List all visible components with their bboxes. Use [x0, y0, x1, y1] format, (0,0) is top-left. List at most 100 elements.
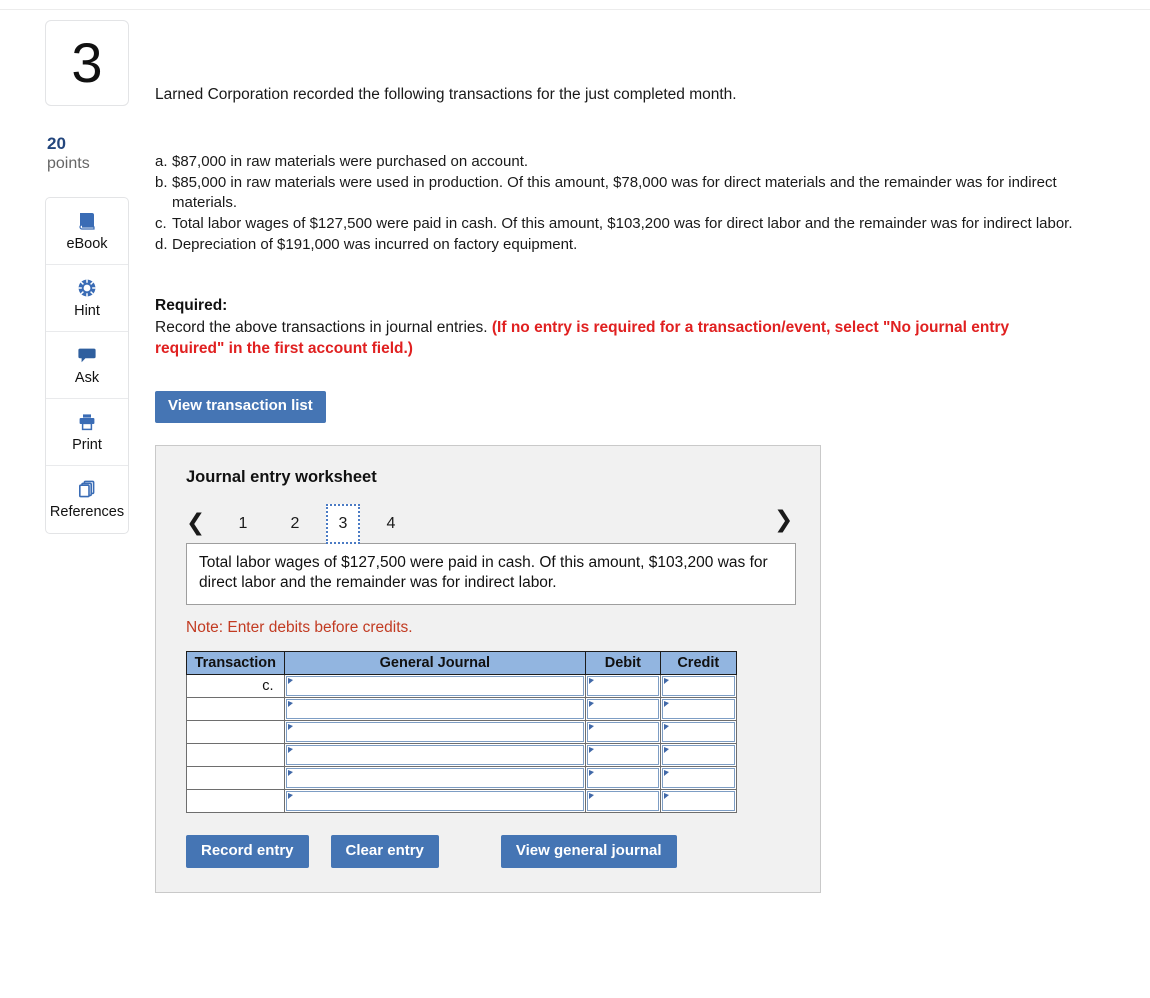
transaction-description-box: Total labor wages of $127,500 were paid …: [186, 542, 796, 605]
sidebar-item-ebook[interactable]: eBook: [46, 198, 128, 265]
view-general-journal-button[interactable]: View general journal: [500, 834, 677, 869]
clear-entry-button[interactable]: Clear entry: [330, 834, 439, 869]
cell-general-journal[interactable]: [283, 742, 587, 767]
list-item: b. $85,000 in raw materials were used in…: [155, 173, 1115, 213]
sidebar-item-print[interactable]: Print: [46, 399, 128, 466]
cell-credit[interactable]: [659, 788, 738, 813]
list-item: c. Total labor wages of $127,500 were pa…: [155, 214, 1115, 234]
points-block: 20 points: [45, 134, 131, 173]
cell-transaction: [186, 742, 285, 767]
chevron-left-icon[interactable]: ❮: [186, 512, 205, 535]
required-text: Record the above transactions in journal…: [155, 318, 492, 336]
cell-debit[interactable]: [585, 673, 661, 698]
sidebar-item-references[interactable]: References: [46, 466, 128, 533]
view-transaction-list-button[interactable]: View transaction list: [155, 391, 326, 423]
cell-general-journal[interactable]: [283, 673, 587, 698]
references-icon: [77, 478, 97, 500]
credit-input[interactable]: [661, 744, 735, 765]
question-page: 3 20 points eBook Hint Ask Print Referen…: [0, 0, 1150, 998]
cell-transaction: [186, 788, 285, 813]
tab-4[interactable]: 4: [374, 504, 408, 544]
table-row: [186, 742, 738, 767]
left-rail: 3 20 points eBook Hint Ask Print Referen…: [45, 20, 131, 534]
sidebar-item-label: eBook: [66, 235, 108, 252]
required-body: Record the above transactions in journal…: [155, 317, 1070, 360]
cell-credit[interactable]: [659, 719, 738, 744]
general-journal-input[interactable]: [285, 744, 585, 765]
points-label: points: [47, 154, 90, 172]
cell-credit[interactable]: [659, 696, 738, 721]
tab-1[interactable]: 1: [226, 504, 260, 544]
list-item-key: b.: [155, 173, 168, 191]
list-item-key: d.: [155, 235, 168, 253]
credit-input[interactable]: [661, 790, 735, 811]
required-section: Required: Record the above transactions …: [155, 297, 1115, 360]
credit-input[interactable]: [661, 721, 735, 742]
general-journal-input[interactable]: [285, 675, 585, 696]
list-item-text: Depreciation of $191,000 was incurred on…: [172, 235, 578, 253]
worksheet-tab-row: ❮ 1 2 3 4 ❯: [186, 503, 796, 545]
chevron-right-icon[interactable]: ❯: [774, 508, 793, 532]
list-item-key: c.: [155, 214, 167, 232]
cell-general-journal[interactable]: [283, 788, 587, 813]
cell-debit[interactable]: [585, 696, 661, 721]
cell-debit[interactable]: [585, 765, 661, 790]
debit-input[interactable]: [587, 744, 659, 765]
tab-3[interactable]: 3: [326, 503, 360, 544]
column-header-transaction: Transaction: [186, 650, 285, 675]
credit-input[interactable]: [661, 767, 735, 788]
cell-transaction: [186, 696, 285, 721]
journal-entry-worksheet-panel: Journal entry worksheet ❮ 1 2 3 4 ❯ Tota…: [155, 444, 821, 894]
table-header-row: Transaction General Journal Debit Credit: [186, 650, 738, 675]
points-value: 20: [47, 134, 66, 153]
table-row: [186, 765, 738, 790]
tab-2[interactable]: 2: [278, 504, 312, 544]
cell-credit[interactable]: [659, 673, 738, 698]
transaction-list: a. $87,000 in raw materials were purchas…: [155, 152, 1115, 255]
cell-debit[interactable]: [585, 788, 661, 813]
debit-input[interactable]: [587, 675, 659, 696]
cell-debit[interactable]: [585, 742, 661, 767]
sidebar-item-label: Hint: [74, 302, 100, 319]
general-journal-input[interactable]: [285, 721, 585, 742]
cell-credit[interactable]: [659, 765, 738, 790]
general-journal-input[interactable]: [285, 698, 585, 719]
cell-transaction: [186, 765, 285, 790]
general-journal-input[interactable]: [285, 767, 585, 788]
table-row: [186, 788, 738, 813]
list-item-text: $87,000 in raw materials were purchased …: [172, 152, 529, 170]
credit-input[interactable]: [661, 675, 735, 696]
view-transaction-list-wrap: View transaction list: [155, 391, 1115, 423]
cell-debit[interactable]: [585, 719, 661, 744]
debit-input[interactable]: [587, 721, 659, 742]
worksheet-tabs: 1 2 3 4: [226, 503, 426, 544]
sidebar-item-hint[interactable]: Hint: [46, 265, 128, 332]
cell-transaction: c.: [186, 673, 285, 698]
top-divider: [0, 9, 1150, 10]
record-entry-button[interactable]: Record entry: [186, 834, 309, 869]
cell-general-journal[interactable]: [283, 719, 587, 744]
list-item-text: $85,000 in raw materials were used in pr…: [172, 173, 1057, 211]
sidebar-item-label: Print: [72, 436, 102, 453]
question-number-box: 3: [45, 20, 129, 106]
column-header-credit: Credit: [659, 650, 738, 675]
credit-input[interactable]: [661, 698, 735, 719]
cell-general-journal[interactable]: [283, 696, 587, 721]
cell-transaction: [186, 719, 285, 744]
table-row: [186, 696, 738, 721]
debit-input[interactable]: [587, 698, 659, 719]
required-heading: Required:: [155, 296, 228, 314]
table-row: c.: [186, 673, 738, 698]
debit-input[interactable]: [587, 767, 659, 788]
column-header-debit: Debit: [585, 650, 661, 675]
general-journal-input[interactable]: [285, 790, 585, 811]
debit-input[interactable]: [587, 790, 659, 811]
worksheet-actions: Record entry Clear entry View general jo…: [186, 834, 796, 869]
cell-credit[interactable]: [659, 742, 738, 767]
cell-general-journal[interactable]: [283, 765, 587, 790]
sidebar-item-ask[interactable]: Ask: [46, 332, 128, 399]
question-number: 3: [71, 31, 103, 94]
worksheet-title: Journal entry worksheet: [186, 467, 377, 486]
sidebar-item-label: Ask: [74, 369, 100, 386]
tool-stack: eBook Hint Ask Print References: [45, 196, 129, 534]
